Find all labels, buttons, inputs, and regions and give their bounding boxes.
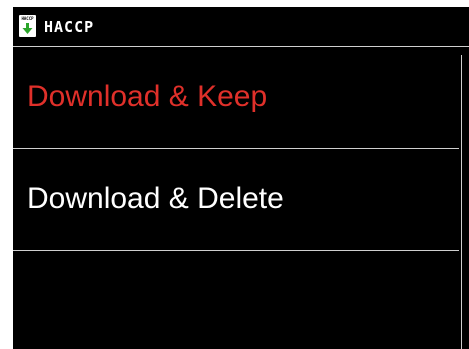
menu-item-empty[interactable] bbox=[13, 251, 459, 349]
title-bar: HACCP HACCP bbox=[13, 7, 469, 47]
screen-title: HACCP bbox=[44, 18, 95, 36]
scrollbar[interactable] bbox=[461, 55, 462, 349]
menu-item-download-delete[interactable]: Download & Delete bbox=[13, 149, 459, 251]
download-arrow-icon bbox=[22, 23, 33, 34]
icon-label: HACCP bbox=[21, 16, 34, 21]
device-screen: HACCP HACCP Download & Keep Download & D… bbox=[13, 7, 469, 349]
haccp-download-icon: HACCP bbox=[19, 15, 36, 37]
menu-item-label: Download & Keep bbox=[27, 80, 268, 113]
download-menu: Download & Keep Download & Delete bbox=[13, 47, 459, 349]
menu-item-download-keep[interactable]: Download & Keep bbox=[13, 47, 459, 149]
menu-item-label: Download & Delete bbox=[27, 182, 284, 215]
